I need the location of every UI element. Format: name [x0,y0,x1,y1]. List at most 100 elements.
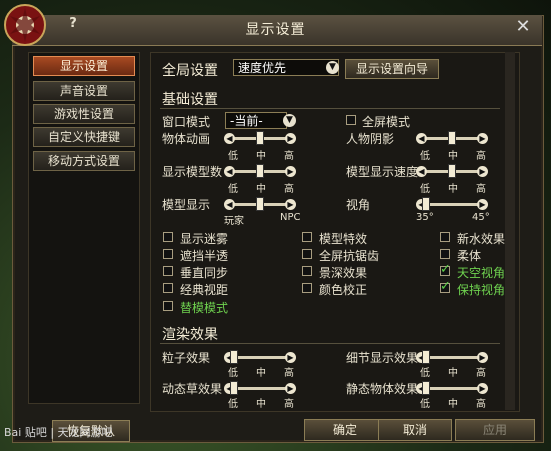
fullscreen-checkbox[interactable] [346,115,356,125]
slider-tick-label: 低 [420,368,430,379]
chevron-down-icon[interactable]: ▼ [283,114,296,127]
slider-thumb[interactable] [230,350,238,364]
option-checkbox[interactable] [302,249,312,259]
option-checkbox[interactable] [163,232,173,242]
slider-tick-label: 高 [476,151,486,162]
option-checkbox[interactable] [302,283,312,293]
display-wizard-button[interactable]: 显示设置向导 [345,59,439,79]
option-checkbox[interactable] [440,232,450,242]
slider-tick-label: 高 [284,368,294,379]
sidebar-item-hotkeys[interactable]: 自定义快捷键 [33,127,135,147]
slider-label: 静态物体效果 [346,382,419,396]
slider-thumb[interactable] [256,164,264,178]
slider-tick-label: 高 [476,184,486,195]
option-checkbox[interactable] [302,266,312,276]
preset-dropdown[interactable]: 速度优先 [233,59,339,76]
close-icon[interactable]: ✕ [512,17,534,37]
slider-tick-label: 高 [284,151,294,162]
option-checkbox[interactable] [163,283,173,293]
slider[interactable]: ◀▶ [224,381,296,395]
sidebar-item-display[interactable]: 显示设置 [33,56,135,76]
slider-tick-label: 低 [228,368,238,379]
option-label: 保持视角 [457,283,506,297]
slider[interactable]: ◀▶ [224,197,296,211]
slider-track[interactable] [230,387,290,390]
sidebar-item-movement[interactable]: 移动方式设置 [33,151,135,171]
slider-thumb[interactable] [256,197,264,211]
render-effects-heading: 渲染效果 [162,327,218,343]
slider-increase-icon[interactable]: ▶ [285,383,296,394]
slider[interactable]: ◀▶ [416,164,488,178]
sidebar-item-sound[interactable]: 声音设置 [33,81,135,101]
option-label: 替模模式 [180,301,229,315]
option-label: 景深效果 [319,266,368,280]
slider-label: 模型显示速度 [346,165,419,179]
option-label: 新水效果 [457,232,506,246]
slider-tick-label: 中 [448,368,458,379]
option-label: 遮挡半透 [180,249,229,263]
slider-tick-label: 中 [256,184,266,195]
slider-label: 视角 [346,198,371,212]
slider[interactable]: ◀▶ [224,131,296,145]
slider-thumb[interactable] [230,381,238,395]
slider-decrease-icon[interactable]: ◀ [224,133,235,144]
slider-increase-icon[interactable]: ▶ [285,352,296,363]
window-mode-dropdown[interactable]: -当前- [225,112,287,129]
option-checkbox[interactable] [440,279,451,294]
cancel-button[interactable]: 取消 [378,419,452,441]
slider-tick-label: 中 [448,184,458,195]
slider-track[interactable] [422,387,482,390]
divider [160,343,500,344]
option-label: 模型特效 [319,232,368,246]
slider-label: 细节显示效果 [346,351,419,365]
ok-button[interactable]: 确定 [304,419,386,441]
slider[interactable]: ◀▶ [224,350,296,364]
apply-button[interactable]: 应用 [455,419,535,441]
slider-tick-label: 低 [228,399,238,410]
slider-thumb[interactable] [422,197,430,211]
slider-decrease-icon[interactable]: ◀ [416,133,427,144]
option-label: 全屏抗锯齿 [319,249,380,263]
slider-track[interactable] [422,356,482,359]
slider-decrease-icon[interactable]: ◀ [224,166,235,177]
slider[interactable]: ◀▶ [416,350,488,364]
slider[interactable]: ◀▶ [416,381,488,395]
slider-thumb[interactable] [256,131,264,145]
slider-label: 粒子效果 [162,351,211,365]
option-checkbox[interactable] [163,266,173,276]
option-checkbox[interactable] [163,301,173,311]
window-mode-label: 窗口模式 [162,115,211,129]
slider-increase-icon[interactable]: ▶ [285,166,296,177]
option-label: 经典视距 [180,283,229,297]
slider-increase-icon[interactable]: ▶ [477,383,488,394]
option-checkbox[interactable] [302,232,312,242]
slider-label: 人物阴影 [346,132,395,146]
slider-increase-icon[interactable]: ▶ [477,133,488,144]
global-settings-label: 全局设置 [162,63,218,79]
slider-track[interactable] [422,203,482,206]
slider-thumb[interactable] [422,381,430,395]
slider-thumb[interactable] [448,164,456,178]
slider-track[interactable] [230,356,290,359]
sidebar-item-gameplay[interactable]: 游戏性设置 [33,104,135,124]
slider-increase-icon[interactable]: ▶ [477,199,488,210]
slider-thumb[interactable] [448,131,456,145]
slider-thumb[interactable] [422,350,430,364]
slider[interactable]: ◀▶ [224,164,296,178]
slider-increase-icon[interactable]: ▶ [477,166,488,177]
option-checkbox[interactable] [440,262,451,277]
window-title: 显示设置 [245,22,306,38]
slider-decrease-icon[interactable]: ◀ [224,199,235,210]
scrollbar[interactable] [505,52,515,410]
slider-tick-label: 高 [284,399,294,410]
slider-decrease-icon[interactable]: ◀ [416,166,427,177]
watermark: Bai 贴吧 | 天龙网游吧 [4,426,113,439]
option-checkbox[interactable] [440,249,450,259]
chevron-down-icon[interactable]: ▼ [326,61,339,74]
slider-increase-icon[interactable]: ▶ [477,352,488,363]
slider[interactable]: ◀▶ [416,131,488,145]
option-checkbox[interactable] [163,249,173,259]
slider-increase-icon[interactable]: ▶ [285,133,296,144]
slider[interactable]: ◀▶ [416,197,488,211]
slider-increase-icon[interactable]: ▶ [285,199,296,210]
